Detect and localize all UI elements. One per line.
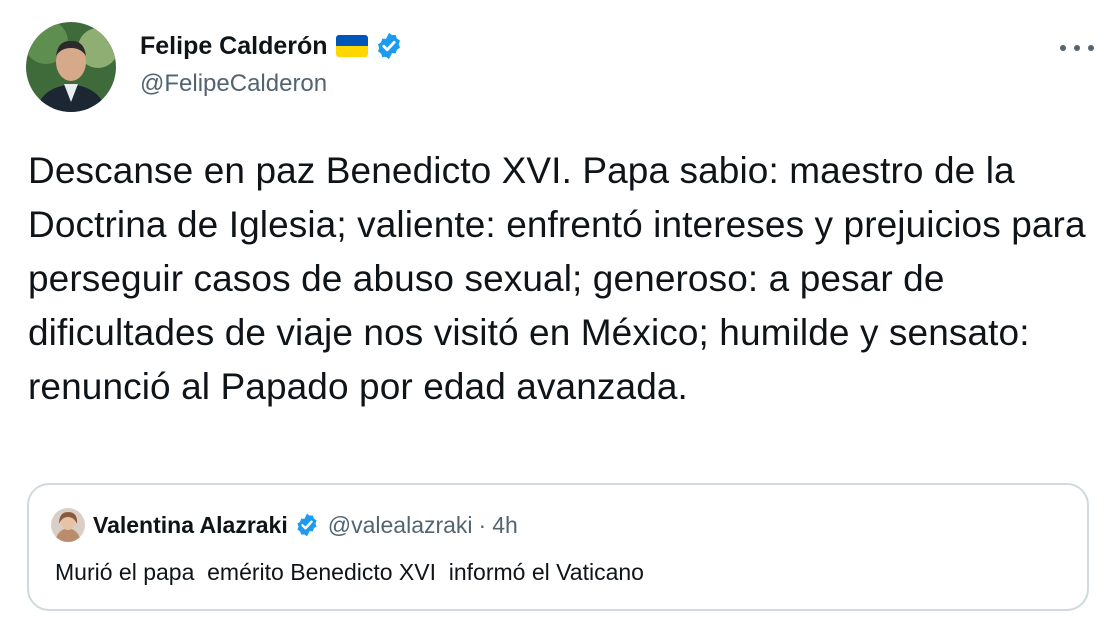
quoted-tweet-header: Valentina Alazraki @valealazraki · 4h [51, 507, 518, 543]
author-name-line: Felipe Calderón [140, 30, 404, 62]
verified-badge-icon[interactable] [294, 512, 320, 538]
quoted-author-name[interactable]: Valentina Alazraki [93, 512, 288, 539]
more-dot [1088, 45, 1094, 51]
author-handle[interactable]: @FelipeCalderon [140, 70, 404, 98]
quoted-tweet-text: Murió el papa emérito Benedicto XVI info… [55, 559, 644, 585]
author-display-name[interactable]: Felipe Calderón [140, 32, 328, 61]
quoted-author-avatar[interactable] [51, 508, 85, 542]
quoted-tweet[interactable]: Valentina Alazraki @valealazraki · 4h Mu… [27, 483, 1089, 611]
separator-dot: · [478, 511, 487, 538]
quoted-timestamp[interactable]: 4h [492, 512, 518, 539]
more-dot [1060, 45, 1066, 51]
ukraine-flag-icon [335, 35, 368, 57]
verified-badge-icon[interactable] [374, 31, 404, 61]
more-dot [1074, 45, 1080, 51]
author-avatar[interactable] [26, 22, 116, 112]
more-options-icon[interactable] [1060, 38, 1094, 58]
tweet[interactable]: Felipe Calderón @FelipeCalderon Descanse… [0, 0, 1120, 620]
tweet-text: Descanse en paz Benedicto XVI. Papa sabi… [28, 150, 1086, 407]
author-info: Felipe Calderón @FelipeCalderon [140, 30, 404, 98]
quoted-author-handle[interactable]: @valealazraki [328, 512, 473, 539]
